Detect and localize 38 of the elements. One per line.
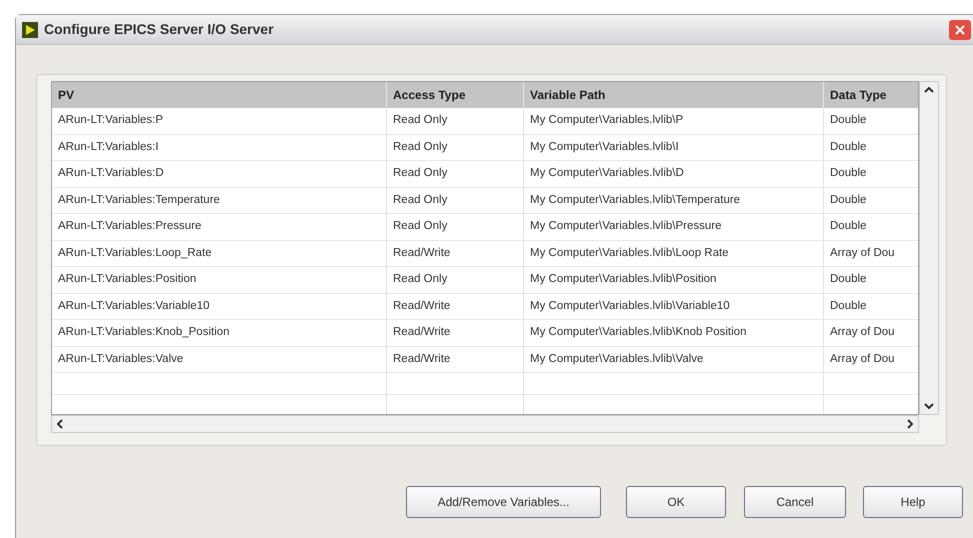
dialog-button[interactable]: OK [626, 486, 726, 518]
table-cell: My Computer\Variables.lvlib\Position [524, 267, 824, 292]
column-header[interactable]: Variable Path [524, 82, 824, 108]
table-cell: My Computer\Variables.lvlib\P [524, 108, 824, 134]
column-header[interactable]: PV [52, 82, 387, 108]
table-cell: Read Only [387, 188, 524, 213]
table-cell: Read Only [387, 214, 524, 240]
table-cell: ARun-LT:Variables:Pressure [52, 214, 387, 240]
table-cell: My Computer\Variables.lvlib\Variable10 [524, 294, 824, 319]
table-cell: ARun-LT:Variables:P [52, 108, 387, 134]
table-cell: My Computer\Variables.lvlib\Knob Position [524, 320, 824, 346]
table-cell: ARun-LT:Variables:Position [52, 267, 387, 292]
table-cell: My Computer\Variables.lvlib\Pressure [524, 214, 824, 240]
table-cell: ARun-LT:Variables:Valve [52, 346, 387, 372]
table-cell: ARun-LT:Variables:Loop_Rate [52, 240, 387, 266]
table-cell: ARun-LT:Variables:Variable10 [52, 294, 387, 319]
dialog-button[interactable]: Add/Remove Variables... [406, 486, 601, 518]
table-cell: Read/Write [387, 294, 524, 319]
table-cell: ARun-LT:Variables:Knob_Position [52, 320, 387, 346]
table-cell: Read Only [387, 108, 524, 134]
table-cell: Read/Write [387, 346, 524, 372]
table-cell: Read/Write [387, 240, 524, 266]
dialog-button[interactable]: Cancel [744, 486, 846, 518]
column-header[interactable]: Access Type [387, 82, 524, 108]
table-cell: Read Only [387, 134, 524, 160]
table-cell: Read Only [387, 267, 524, 292]
table-cell: My Computer\Variables.lvlib\Temperature [524, 188, 824, 213]
table-cell: My Computer\Variables.lvlib\I [524, 134, 824, 160]
table-cell: Read/Write [387, 320, 524, 346]
table-cell: ARun-LT:Variables:Temperature [52, 188, 387, 213]
table-cell: My Computer\Variables.lvlib\Loop Rate [524, 240, 824, 266]
window-title: Configure EPICS Server I/O Server [44, 20, 274, 39]
table-cell: ARun-LT:Variables:D [52, 161, 387, 186]
table-cell: ARun-LT:Variables:I [52, 134, 387, 160]
table-cell: My Computer\Variables.lvlib\Valve [524, 346, 824, 372]
table-cell: Read Only [387, 161, 524, 186]
dialog-button[interactable]: Help [863, 486, 963, 518]
table-cell: My Computer\Variables.lvlib\D [524, 161, 824, 186]
